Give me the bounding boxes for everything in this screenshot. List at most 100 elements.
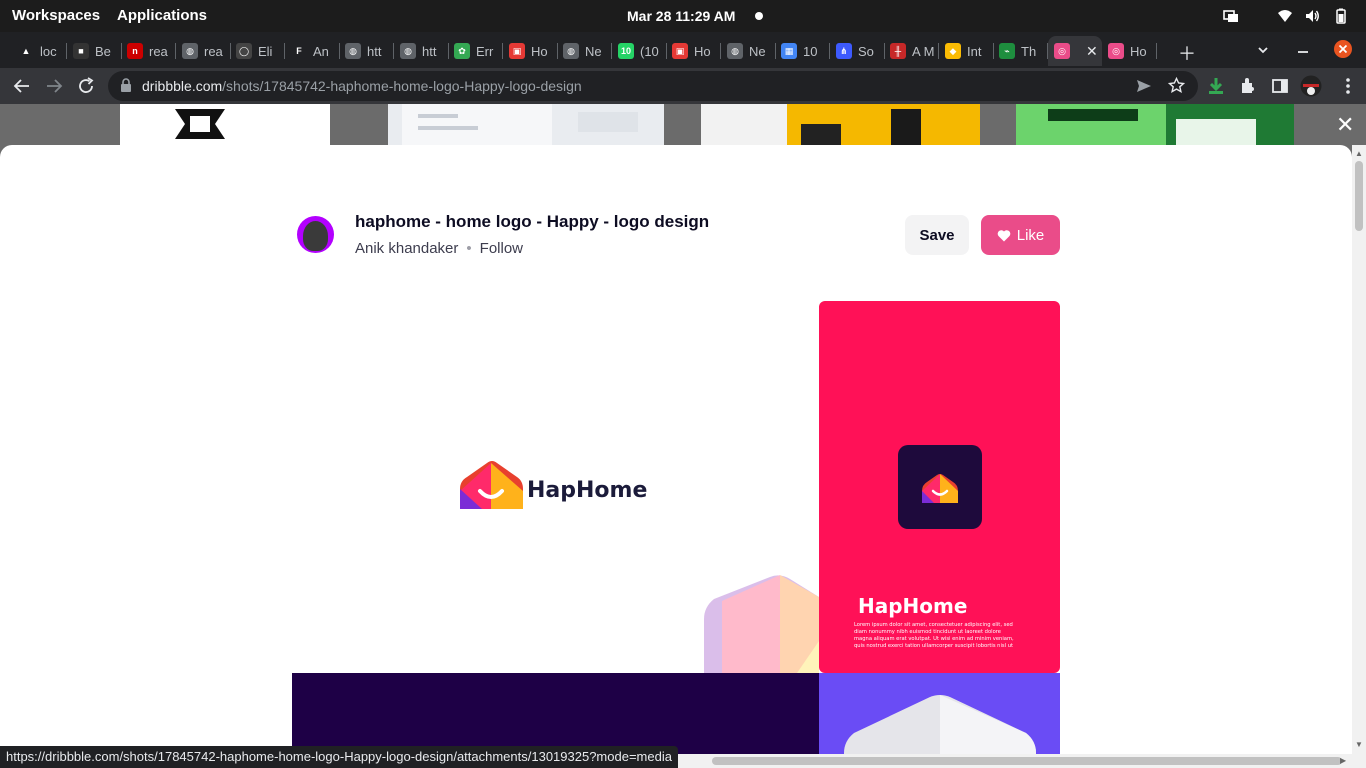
vertical-scroll-thumb[interactable] bbox=[1355, 161, 1363, 231]
like-label: Like bbox=[1016, 226, 1045, 244]
tab-favicon-icon: ▣ bbox=[672, 43, 688, 59]
browser-tab[interactable]: ◍ rea bbox=[176, 36, 231, 66]
tab-favicon-icon: ◍ bbox=[182, 43, 198, 59]
tab-title: loc bbox=[40, 43, 57, 59]
tab-favicon-icon: ◍ bbox=[563, 43, 579, 59]
notification-dot bbox=[755, 12, 763, 20]
forward-icon[interactable] bbox=[44, 76, 64, 96]
tab-favicon-icon: ✿ bbox=[454, 43, 470, 59]
screen-icon[interactable] bbox=[1223, 8, 1239, 24]
browser-tab[interactable]: ◍ htt bbox=[394, 36, 449, 66]
heart-icon bbox=[997, 229, 1011, 241]
like-button[interactable]: Like bbox=[981, 215, 1060, 255]
tab-favicon-icon: ◎ bbox=[1054, 43, 1070, 59]
tab-close-icon[interactable]: ✕ bbox=[1086, 43, 1098, 60]
bookmark-star-icon[interactable] bbox=[1168, 77, 1185, 94]
applications-menu[interactable]: Applications bbox=[117, 7, 207, 24]
tab-title: So bbox=[858, 43, 874, 59]
browser-tab[interactable]: ◍ Ne bbox=[557, 36, 612, 66]
tab-strip: ▲ loc ■ Be n rea ◍ rea ◯ Eli F An ◍ htt ◍ htt ✿ Err ▣ Ho ◍ Ne… bbox=[0, 32, 1366, 68]
page-viewport: ✕ haphome - home logo - Happy - logo des… bbox=[0, 104, 1366, 768]
tab-favicon-icon: ⋔ bbox=[836, 43, 852, 59]
tab-favicon-icon: ▦ bbox=[781, 43, 797, 59]
background-shot-art bbox=[402, 104, 638, 145]
tab-title: Ho bbox=[694, 43, 711, 59]
close-window-icon[interactable] bbox=[1333, 39, 1353, 59]
lock-icon[interactable] bbox=[120, 78, 132, 92]
tab-favicon-icon: n bbox=[127, 43, 143, 59]
tab-favicon-icon: ◎ bbox=[1108, 43, 1124, 59]
browser-tab[interactable]: ▲ loc bbox=[12, 36, 67, 66]
tab-title: Ho bbox=[1130, 43, 1147, 59]
browser-tab-active[interactable]: ◎ ✕ bbox=[1048, 36, 1102, 66]
modal-close-icon[interactable]: ✕ bbox=[1336, 114, 1354, 136]
url-path: /shots/17845742-haphome-home-logo-Happy-… bbox=[222, 78, 582, 94]
browser-tab[interactable]: 10 (10 bbox=[612, 36, 667, 66]
tab-title: rea bbox=[204, 43, 223, 59]
tab-favicon-icon: ◍ bbox=[727, 43, 743, 59]
background-shot[interactable] bbox=[1016, 104, 1294, 145]
tab-favicon-icon: F bbox=[291, 43, 307, 59]
save-button[interactable]: Save bbox=[905, 215, 969, 255]
url-text[interactable]: dribbble.com/shots/17845742-haphome-home… bbox=[142, 78, 582, 94]
browser-tab[interactable]: ◆ Int bbox=[939, 36, 994, 66]
battery-icon[interactable] bbox=[1333, 8, 1349, 24]
shot-modal: haphome - home logo - Happy - logo desig… bbox=[0, 145, 1352, 768]
side-panel-icon[interactable] bbox=[1270, 76, 1290, 96]
browser-tab[interactable]: F An bbox=[285, 36, 340, 66]
browser-tab[interactable]: ◍ htt bbox=[339, 36, 394, 66]
scroll-up-icon[interactable]: ▲ bbox=[1355, 149, 1363, 158]
clock[interactable]: Mar 28 11:29 AM bbox=[627, 8, 735, 24]
system-top-bar: Workspaces Applications Mar 28 11:29 AM bbox=[0, 0, 1366, 32]
workspaces-menu[interactable]: Workspaces bbox=[12, 7, 100, 24]
background-shot[interactable] bbox=[120, 104, 330, 145]
tab-favicon-icon: ╫ bbox=[890, 43, 906, 59]
profile-avatar[interactable] bbox=[1300, 75, 1322, 97]
browser-tab[interactable]: ⌁ Th bbox=[993, 36, 1048, 66]
status-bar-url: https://dribbble.com/shots/17845742-haph… bbox=[0, 746, 678, 768]
volume-icon[interactable] bbox=[1304, 8, 1320, 24]
tab-title: A M bbox=[912, 43, 935, 59]
scroll-down-icon[interactable]: ▼ bbox=[1355, 740, 1363, 749]
scroll-right-icon[interactable]: ▶ bbox=[1340, 756, 1346, 765]
tab-title: Be bbox=[95, 43, 111, 59]
browser-tab[interactable]: ▣ Ho bbox=[666, 36, 721, 66]
browser-tab[interactable]: ✿ Err bbox=[448, 36, 503, 66]
browser-tab[interactable]: ◍ Ne bbox=[721, 36, 776, 66]
background-shot[interactable] bbox=[388, 104, 664, 145]
shot-artwork[interactable]: HapHome HapHome Lorem ipsum dolor sit am… bbox=[292, 301, 1060, 768]
send-icon[interactable] bbox=[1136, 78, 1152, 94]
wifi-icon[interactable] bbox=[1277, 8, 1293, 24]
vertical-scrollbar[interactable]: ▲ ▼ bbox=[1352, 145, 1366, 768]
tab-title: Eli bbox=[258, 43, 273, 59]
browser-tab[interactable]: ◯ Eli bbox=[230, 36, 285, 66]
horizontal-scroll-thumb[interactable] bbox=[712, 757, 1342, 765]
reload-icon[interactable] bbox=[76, 76, 96, 96]
browser-tab[interactable]: ▦ 10 bbox=[775, 36, 830, 66]
address-bar[interactable]: dribbble.com/shots/17845742-haphome-home… bbox=[108, 71, 1198, 101]
browser-tab[interactable]: ■ Be bbox=[67, 36, 122, 66]
browser-menu-icon[interactable] bbox=[1338, 76, 1358, 96]
back-icon[interactable] bbox=[12, 76, 32, 96]
browser-tab[interactable]: ▣ Ho bbox=[503, 36, 558, 66]
follow-link[interactable]: Follow bbox=[480, 240, 523, 257]
browser-tab[interactable]: ◎ Ho bbox=[1102, 36, 1157, 66]
extensions-icon[interactable] bbox=[1238, 76, 1258, 96]
tab-title: (10 bbox=[640, 43, 659, 59]
background-shot-art bbox=[787, 104, 980, 145]
browser-tab[interactable]: ⋔ So bbox=[830, 36, 885, 66]
minimize-icon[interactable] bbox=[1296, 44, 1310, 58]
author-name-link[interactable]: Anik khandaker bbox=[355, 240, 458, 257]
tab-favicon-icon: ◆ bbox=[945, 43, 961, 59]
author-avatar[interactable] bbox=[297, 216, 334, 253]
tab-title: Th bbox=[1021, 43, 1037, 59]
browser-tab[interactable]: n rea bbox=[121, 36, 176, 66]
card-text-line: Lorem ipsum dolor sit amet, consectetuer… bbox=[854, 622, 1013, 628]
browser-tab[interactable]: ╫ A M bbox=[884, 36, 939, 66]
tab-search-icon[interactable] bbox=[1256, 43, 1270, 57]
tab-favicon-icon: ◯ bbox=[236, 43, 252, 59]
background-shot[interactable] bbox=[701, 104, 980, 145]
tab-title: rea bbox=[149, 43, 168, 59]
new-tab-icon[interactable]: ＋ bbox=[1178, 40, 1196, 66]
download-extension-icon[interactable] bbox=[1206, 76, 1226, 96]
